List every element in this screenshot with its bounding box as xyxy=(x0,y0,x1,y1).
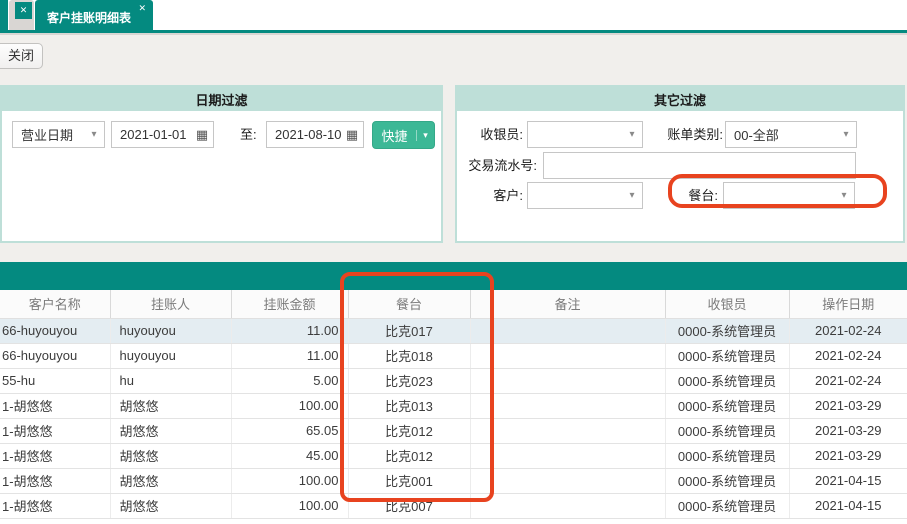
end-date-input[interactable]: 2021-08-10 ▦ xyxy=(266,121,364,148)
date-type-value: 营业日期 xyxy=(21,128,74,143)
other-filter-panel: 其它过滤 收银员: ▾ 账单类别: 00-全部 ▾ 交易流水号: 客户: ▾ 餐… xyxy=(455,85,905,243)
customer-label: 客户: xyxy=(493,188,523,203)
dining-table-label: 餐台: xyxy=(688,188,718,203)
transaction-no-input[interactable] xyxy=(543,152,856,179)
calendar-icon[interactable]: ▦ xyxy=(191,127,213,143)
date-type-select[interactable]: 营业日期 ▾ xyxy=(12,121,105,148)
end-date-value: 2021-08-10 xyxy=(275,127,341,142)
tab-label: 客户挂账明细表 xyxy=(47,11,132,25)
tab-bar: ✕ 客户挂账明细表 ✕ xyxy=(0,0,907,33)
column-header-debtor[interactable]: 挂账人 xyxy=(110,290,232,319)
credit-detail-table: 客户名称 挂账人 挂账金额 餐台 备注 收银员 操作日期 66-huyouyou… xyxy=(0,290,907,519)
chevron-down-icon: ▾ xyxy=(416,129,434,141)
close-icon[interactable]: ✕ xyxy=(138,3,146,14)
chevron-down-icon: ▾ xyxy=(841,190,847,201)
table-row[interactable]: 66-huyouyou huyouyou 11.00 比克017 0000-系统… xyxy=(0,318,907,344)
bill-type-select[interactable]: 00-全部 ▾ xyxy=(725,121,857,148)
table-row[interactable]: 1-胡悠悠 胡悠悠 100.00 比克001 0000-系统管理员 2021-0… xyxy=(0,468,907,494)
table-row[interactable]: 55-hu hu 5.00 比克023 0000-系统管理员 2021-02-2… xyxy=(0,368,907,394)
other-filter-title: 其它过滤 xyxy=(457,87,903,111)
to-label: 至: xyxy=(240,127,257,142)
cashier-select[interactable]: ▾ xyxy=(527,121,643,148)
chevron-down-icon: ▾ xyxy=(91,129,97,140)
close-icon[interactable]: ✕ xyxy=(15,2,32,19)
start-date-value: 2021-01-01 xyxy=(120,127,187,142)
tab-customer-credit-report[interactable]: 客户挂账明细表 ✕ xyxy=(35,0,153,30)
table-row[interactable]: 1-胡悠悠 胡悠悠 100.00 比克007 0000-系统管理员 2021-0… xyxy=(0,493,907,519)
dining-table-select[interactable]: ▾ xyxy=(723,182,855,209)
date-filter-panel: 日期过滤 营业日期 ▾ 2021-01-01 ▦ 至: 2021-08-10 ▦… xyxy=(0,85,443,243)
chevron-down-icon: ▾ xyxy=(629,190,635,201)
quick-range-button[interactable]: 快捷 ▾ xyxy=(372,121,435,149)
column-header-amount[interactable]: 挂账金额 xyxy=(231,290,349,319)
start-date-input[interactable]: 2021-01-01 ▦ xyxy=(111,121,214,148)
column-header-dining-table[interactable]: 餐台 xyxy=(348,290,471,319)
transaction-no-label: 交易流水号: xyxy=(468,158,537,173)
column-header-date[interactable]: 操作日期 xyxy=(789,290,907,319)
close-button[interactable]: 关闭 xyxy=(0,43,43,69)
grid-toolbar-band xyxy=(0,262,907,290)
chevron-down-icon: ▾ xyxy=(843,129,849,140)
tab-inactive[interactable]: ✕ xyxy=(9,0,34,30)
table-row[interactable]: 1-胡悠悠 胡悠悠 45.00 比克012 0000-系统管理员 2021-03… xyxy=(0,443,907,469)
quick-range-label: 快捷 xyxy=(381,128,408,144)
column-header-cashier[interactable]: 收银员 xyxy=(665,290,790,319)
table-row[interactable]: 1-胡悠悠 胡悠悠 100.00 比克013 0000-系统管理员 2021-0… xyxy=(0,393,907,419)
report-page: ✕ 客户挂账明细表 ✕ 关闭 日期过滤 营业日期 ▾ 2021-01-01 ▦ … xyxy=(0,0,907,524)
bill-type-value: 00-全部 xyxy=(734,128,779,143)
customer-select[interactable]: ▾ xyxy=(527,182,643,209)
cashier-label: 收银员: xyxy=(480,127,523,142)
chevron-down-icon: ▾ xyxy=(629,129,635,140)
tab-partial[interactable] xyxy=(0,0,8,30)
calendar-icon[interactable]: ▦ xyxy=(341,127,363,143)
bill-type-label: 账单类别: xyxy=(667,127,723,142)
table-row[interactable]: 1-胡悠悠 胡悠悠 65.05 比克012 0000-系统管理员 2021-03… xyxy=(0,418,907,444)
table-header-row: 客户名称 挂账人 挂账金额 餐台 备注 收银员 操作日期 xyxy=(0,290,907,319)
table-row[interactable]: 66-huyouyou huyouyou 11.00 比克018 0000-系统… xyxy=(0,343,907,369)
column-header-note[interactable]: 备注 xyxy=(470,290,666,319)
column-header-customer-name[interactable]: 客户名称 xyxy=(0,290,111,319)
date-filter-title: 日期过滤 xyxy=(2,87,441,111)
